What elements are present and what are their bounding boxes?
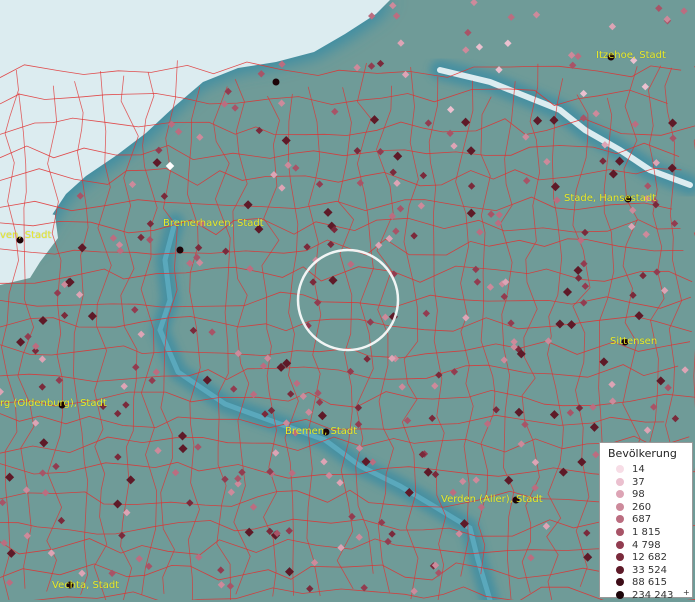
legend-value: 14 xyxy=(632,464,645,475)
legend-value: 33 524 xyxy=(632,564,667,576)
legend-value: 88 615 xyxy=(632,577,667,589)
city-label-oldenburg[interactable]: rg (Oldenburg), Stadt xyxy=(0,398,107,409)
legend-swatch xyxy=(616,502,624,511)
legend-swatch xyxy=(616,578,624,587)
city-label-bremen[interactable]: Bremen, Stadt xyxy=(285,426,357,437)
legend-swatch xyxy=(616,465,624,473)
legend-value: 1 815 xyxy=(632,527,661,538)
legend-swatch xyxy=(616,565,624,574)
legend-swatch xyxy=(616,477,624,486)
legend-swatch xyxy=(616,515,624,524)
legend-value: 234 243 xyxy=(632,590,674,601)
population-legend: Bevölkerung 14 37 98 260 687 1 815 4 798 12 682… xyxy=(599,442,693,601)
city-label-vechta[interactable]: Vechta, Stadt xyxy=(52,580,119,591)
legend-swatch xyxy=(616,553,624,562)
city-label-sittensen[interactable]: Sittensen xyxy=(610,336,657,347)
legend-value: 260 xyxy=(632,501,652,513)
legend-value: 98 xyxy=(632,489,645,501)
legend-plus-suffix: + xyxy=(683,588,690,597)
city-center-dot[interactable] xyxy=(272,78,280,86)
legend-value: 37 xyxy=(632,476,645,488)
legend-value: 687 xyxy=(632,514,652,526)
map-canvas[interactable] xyxy=(0,0,695,600)
legend-swatch xyxy=(616,591,624,599)
city-center-dot[interactable] xyxy=(176,246,184,254)
city-label-bremerhaven[interactable]: Bremerhaven, Stadt xyxy=(163,218,264,229)
legend-title: Bevölkerung xyxy=(608,447,677,460)
legend-swatch xyxy=(616,540,624,549)
legend-swatch xyxy=(616,490,624,499)
city-label-verden[interactable]: Verden (Aller), Stadt xyxy=(441,494,543,505)
legend-value: 12 682 xyxy=(632,552,667,564)
city-label-stade[interactable]: Stade, Hansestadt xyxy=(564,193,656,204)
city-label-itzehoe[interactable]: Itzehoe, Stadt xyxy=(596,50,666,61)
legend-value: 4 798 xyxy=(632,539,661,551)
city-label-wilhelmshaven[interactable]: ven, Stadt xyxy=(0,230,51,241)
legend-swatch xyxy=(616,528,624,536)
